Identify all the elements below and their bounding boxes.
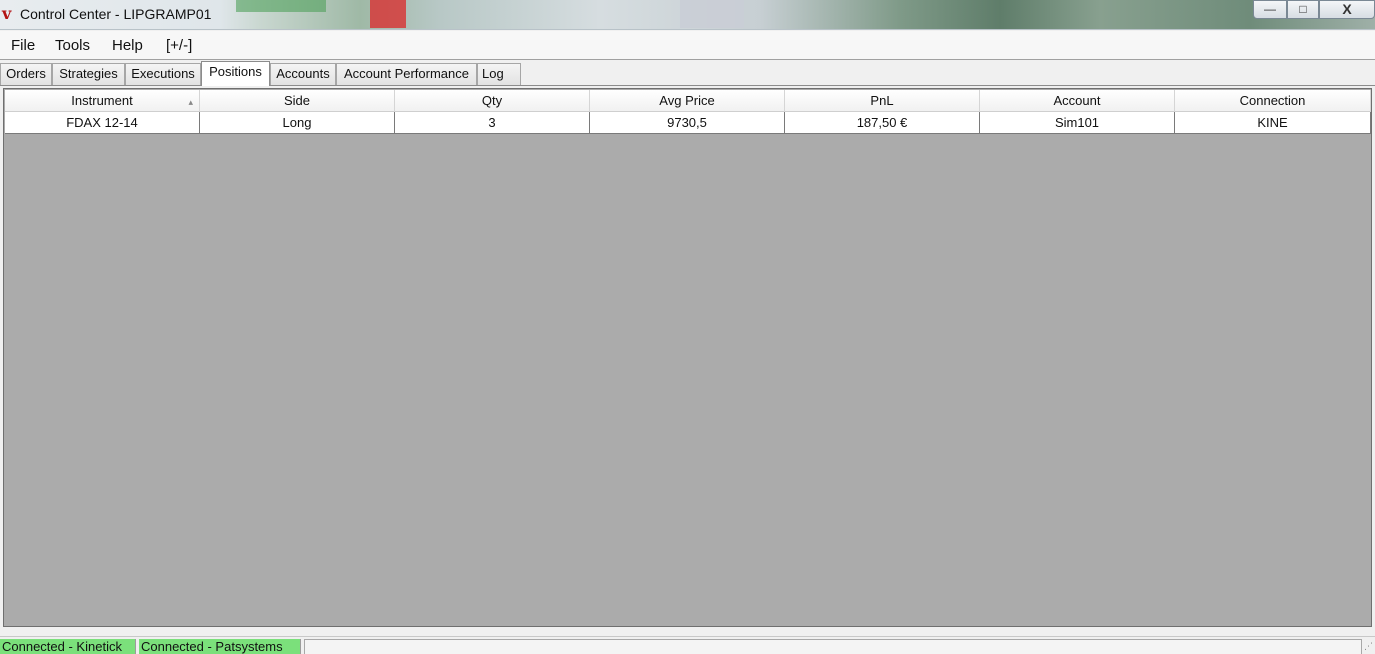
menu-help[interactable]: Help — [112, 37, 143, 54]
column-header-connection[interactable]: Connection — [1175, 90, 1371, 112]
status-message-area — [304, 639, 1362, 654]
tab-strip: Orders Strategies Executions Positions A… — [0, 61, 1375, 86]
minimize-icon: — — [1264, 2, 1276, 16]
menu-tools[interactable]: Tools — [55, 37, 90, 54]
cell-account[interactable]: Sim101 — [980, 112, 1175, 134]
cell-pnl[interactable]: 187,50 € — [785, 112, 980, 134]
tab-positions[interactable]: Positions — [201, 61, 270, 86]
sort-ascending-icon: ▴ — [188, 97, 193, 107]
status-patsystems: Connected - Patsystems — [139, 639, 301, 654]
tab-accounts[interactable]: Accounts — [270, 63, 336, 85]
title-bar[interactable]: v Control Center - LIPGRAMP01 — □ X — [0, 0, 1375, 30]
background-decoration — [370, 0, 406, 28]
positions-grid[interactable]: Instrument ▴ Side Qty Avg Price PnL Acco… — [3, 88, 1372, 627]
background-decoration — [680, 0, 744, 28]
window-title: Control Center - LIPGRAMP01 — [20, 6, 212, 22]
cell-qty[interactable]: 3 — [395, 112, 590, 134]
status-kinetick: Connected - Kinetick — [0, 639, 136, 654]
column-header-pnl[interactable]: PnL — [785, 90, 980, 112]
tab-strategies[interactable]: Strategies — [52, 63, 125, 85]
tab-account-performance[interactable]: Account Performance — [336, 63, 477, 85]
close-button[interactable]: X — [1319, 0, 1375, 19]
resize-grip-icon[interactable]: ⋰ — [1364, 641, 1373, 652]
minimize-button[interactable]: — — [1253, 0, 1287, 19]
app-logo-icon: v — [2, 4, 12, 23]
cell-avg-price[interactable]: 9730,5 — [590, 112, 785, 134]
column-header-account[interactable]: Account — [980, 90, 1175, 112]
cell-instrument[interactable]: FDAX 12-14 — [5, 112, 200, 134]
positions-panel: Instrument ▴ Side Qty Avg Price PnL Acco… — [0, 85, 1375, 631]
cell-side[interactable]: Long — [200, 112, 395, 134]
menu-bar: File Tools Help [+/-] — [0, 31, 1375, 60]
tab-executions[interactable]: Executions — [125, 63, 201, 85]
maximize-icon: □ — [1299, 2, 1307, 16]
column-header-side[interactable]: Side — [200, 90, 395, 112]
close-icon: X — [1342, 1, 1352, 17]
column-header-label: Instrument — [71, 93, 133, 108]
background-decoration — [236, 0, 326, 12]
column-header-qty[interactable]: Qty — [395, 90, 590, 112]
tab-orders[interactable]: Orders — [0, 63, 52, 85]
column-header-avg-price[interactable]: Avg Price — [590, 90, 785, 112]
control-center-window: v Control Center - LIPGRAMP01 — □ X File… — [0, 0, 1375, 654]
column-header-instrument[interactable]: Instrument ▴ — [5, 90, 200, 112]
cell-connection[interactable]: KINE — [1175, 112, 1371, 134]
table-row[interactable]: FDAX 12-14 Long 3 9730,5 187,50 € Sim101… — [5, 112, 1371, 134]
grid-header: Instrument ▴ Side Qty Avg Price PnL Acco… — [5, 90, 1371, 112]
menu-file[interactable]: File — [11, 37, 35, 54]
maximize-button[interactable]: □ — [1287, 0, 1319, 19]
status-bar: Connected - Kinetick Connected - Patsyst… — [0, 636, 1375, 654]
menu-toggle[interactable]: [+/-] — [166, 37, 192, 54]
tab-log[interactable]: Log — [477, 63, 521, 85]
